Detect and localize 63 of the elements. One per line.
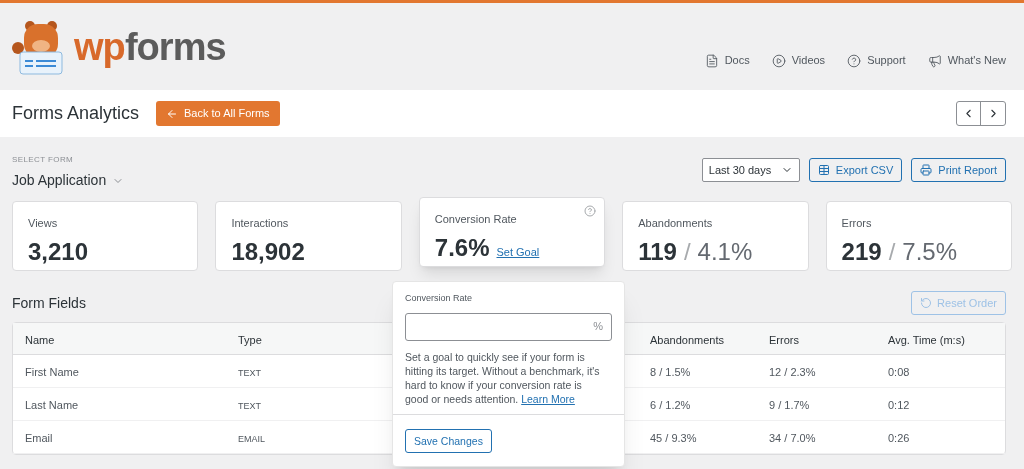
- save-changes-button[interactable]: Save Changes: [405, 429, 492, 454]
- column-header: Avg. Time (m:s): [888, 333, 965, 346]
- arrow-left-icon: [166, 107, 179, 120]
- stat-label: Abandonments: [638, 216, 714, 231]
- popover-description: Set a goal to quickly see if your form is hitting its target. Without a benchmark, it's hard to know if your conversion rate is good or needs attention. Learn More: [405, 349, 601, 407]
- stat-value: 119: [638, 236, 677, 267]
- goal-input-field[interactable]: %: [405, 312, 612, 341]
- table-cell: First Name: [25, 366, 79, 378]
- table-cell: TEXT: [238, 401, 261, 411]
- header-link[interactable]: Support: [847, 52, 906, 69]
- stat-value: 3,210: [28, 236, 89, 267]
- header-link[interactable]: Docs: [704, 52, 750, 69]
- printer-icon: [920, 164, 933, 176]
- table-cell: EMAIL: [238, 434, 265, 444]
- stat-separator: /: [683, 236, 691, 267]
- popover-label: Conversion Rate: [405, 292, 474, 305]
- table-cell: 12 / 2.3%: [769, 366, 816, 378]
- table-cell: Email: [25, 432, 53, 444]
- logo-wordmark: wpforms: [74, 27, 226, 66]
- play-icon: [771, 53, 786, 68]
- table-icon: [817, 164, 830, 176]
- date-range-select[interactable]: Last 30 days: [701, 158, 800, 182]
- document-icon: [704, 53, 719, 68]
- table-cell: 34 / 7.0%: [769, 432, 816, 444]
- table-cell: 8 / 1.5%: [650, 366, 691, 378]
- table-cell: 6 / 1.2%: [650, 399, 691, 411]
- stat-label: Conversion Rate: [434, 212, 518, 227]
- stat-separator: /: [888, 236, 896, 267]
- header-link[interactable]: Videos: [771, 52, 826, 69]
- table-cell: 0:26: [888, 432, 910, 444]
- column-header: Errors: [769, 333, 799, 346]
- stat-value: 7.6%: [434, 232, 490, 263]
- back-button[interactable]: Back to All Forms: [156, 101, 280, 126]
- table-cell: TEXT: [238, 368, 261, 378]
- table-cell: 0:12: [888, 399, 910, 411]
- stat-label: Errors: [841, 216, 873, 231]
- page-title: Forms Analytics: [12, 102, 140, 125]
- stat-label: Views: [28, 216, 59, 231]
- column-header: Abandonments: [650, 333, 724, 346]
- stat-value: 219: [841, 236, 882, 267]
- learn-more-link[interactable]: Learn More: [521, 392, 575, 405]
- table-cell: Last Name: [25, 399, 79, 411]
- stat-percent: 4.1%: [697, 236, 753, 267]
- select-form-label: SELECT FORM: [12, 154, 75, 166]
- table-cell: 45 / 9.3%: [650, 432, 697, 444]
- megaphone-icon: [927, 53, 942, 68]
- percent-suffix: %: [593, 319, 603, 335]
- export-csv-button[interactable]: Export CSV: [808, 158, 903, 182]
- print-report-button[interactable]: Print Report: [911, 158, 1006, 182]
- column-header: Type: [238, 333, 262, 346]
- reset-icon: [920, 297, 933, 309]
- header-link[interactable]: What's New: [927, 52, 1006, 69]
- stat-value: 18,902: [231, 236, 305, 267]
- help-icon: [847, 53, 862, 68]
- stat-percent: 7.5%: [902, 236, 957, 267]
- column-header: Name: [25, 333, 55, 346]
- form-select[interactable]: Job Application: [12, 170, 125, 191]
- section-title: Form Fields: [12, 293, 86, 313]
- table-cell: 9 / 1.7%: [769, 399, 810, 411]
- table-cell: 0:08: [888, 366, 910, 378]
- help-icon: [584, 205, 597, 217]
- stat-label: Interactions: [231, 216, 290, 231]
- set-goal-link[interactable]: Set Goal: [496, 243, 540, 260]
